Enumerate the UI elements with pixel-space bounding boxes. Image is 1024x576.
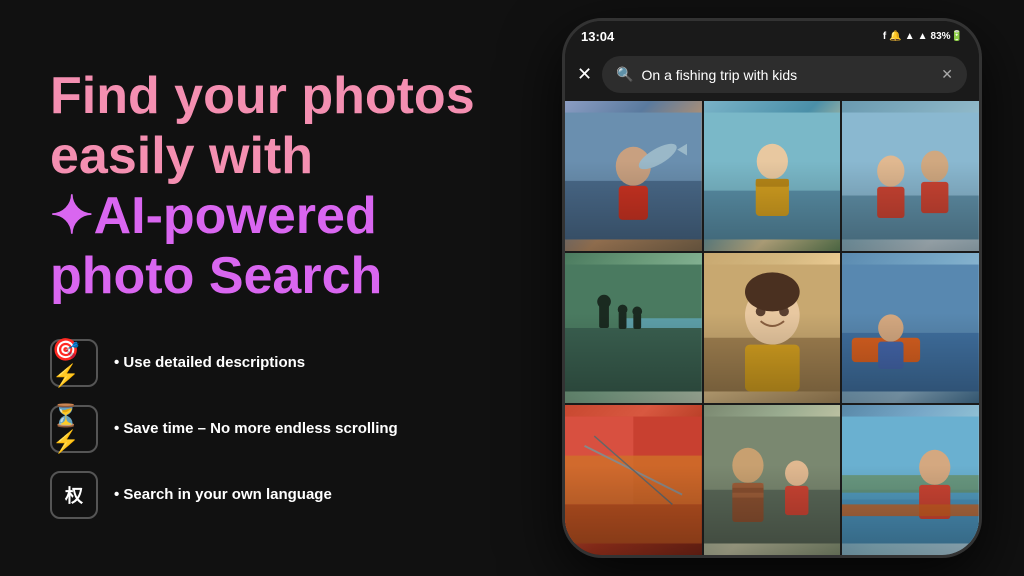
status-bar: 13:04 f 🔔 ▲ ▲ 83%🔋 bbox=[565, 21, 979, 48]
search-clear-button[interactable]: ✕ bbox=[941, 66, 953, 83]
photo-4[interactable] bbox=[565, 253, 702, 403]
wifi-icon: ▲ bbox=[905, 31, 915, 42]
search-icon: 🔍 bbox=[616, 66, 633, 83]
search-bar: ✕ 🔍 On a fishing trip with kids ✕ bbox=[565, 48, 979, 101]
phone-mockup: 13:04 f 🔔 ▲ ▲ 83%🔋 ✕ 🔍 On a fishing trip… bbox=[562, 18, 982, 558]
features-list: 🎯⚡ • Use detailed descriptions ⏳⚡ • Save… bbox=[50, 339, 480, 519]
right-panel: 13:04 f 🔔 ▲ ▲ 83%🔋 ✕ 🔍 On a fishing trip… bbox=[520, 0, 1024, 576]
photo-3[interactable] bbox=[842, 101, 979, 251]
headline-line2: easily with bbox=[50, 127, 480, 187]
headline-line1: Find your photos bbox=[50, 67, 480, 127]
photo-6[interactable] bbox=[842, 253, 979, 403]
feature-text-descriptions: • Use detailed descriptions bbox=[114, 354, 305, 371]
feature-item-descriptions: 🎯⚡ • Use detailed descriptions bbox=[50, 339, 480, 387]
photo-grid bbox=[565, 101, 979, 555]
photo-2[interactable] bbox=[704, 101, 841, 251]
battery-icon: 83%🔋 bbox=[931, 31, 963, 42]
signal-icon: ▲ bbox=[918, 31, 928, 42]
headline: Find your photos easily with ✦AI-powered… bbox=[50, 67, 480, 306]
headline-line3: ✦AI-powered bbox=[50, 187, 480, 247]
search-query-text: On a fishing trip with kids bbox=[642, 67, 934, 83]
notification-icon: 🔔 bbox=[889, 31, 901, 42]
hourglass-lightning-icon: ⏳⚡ bbox=[50, 405, 98, 453]
photo-7[interactable] bbox=[565, 405, 702, 555]
language-icon: 权 bbox=[50, 471, 98, 519]
photo-8[interactable] bbox=[704, 405, 841, 555]
status-icons: f 🔔 ▲ ▲ 83%🔋 bbox=[883, 31, 963, 42]
feature-item-language: 权 • Search in your own language bbox=[50, 471, 480, 519]
left-panel: Find your photos easily with ✦AI-powered… bbox=[0, 0, 520, 576]
feature-text-time: • Save time – No more endless scrolling bbox=[114, 420, 398, 437]
target-lightning-icon: 🎯⚡ bbox=[50, 339, 98, 387]
facebook-icon: f bbox=[883, 31, 886, 42]
feature-item-time: ⏳⚡ • Save time – No more endless scrolli… bbox=[50, 405, 480, 453]
photo-9[interactable] bbox=[842, 405, 979, 555]
feature-text-language: • Search in your own language bbox=[114, 486, 332, 503]
status-time: 13:04 bbox=[581, 29, 614, 44]
search-input-box[interactable]: 🔍 On a fishing trip with kids ✕ bbox=[602, 56, 967, 93]
headline-line4: photo Search bbox=[50, 247, 480, 307]
photo-1[interactable] bbox=[565, 101, 702, 251]
photo-5[interactable] bbox=[704, 253, 841, 403]
search-back-button[interactable]: ✕ bbox=[577, 64, 592, 85]
